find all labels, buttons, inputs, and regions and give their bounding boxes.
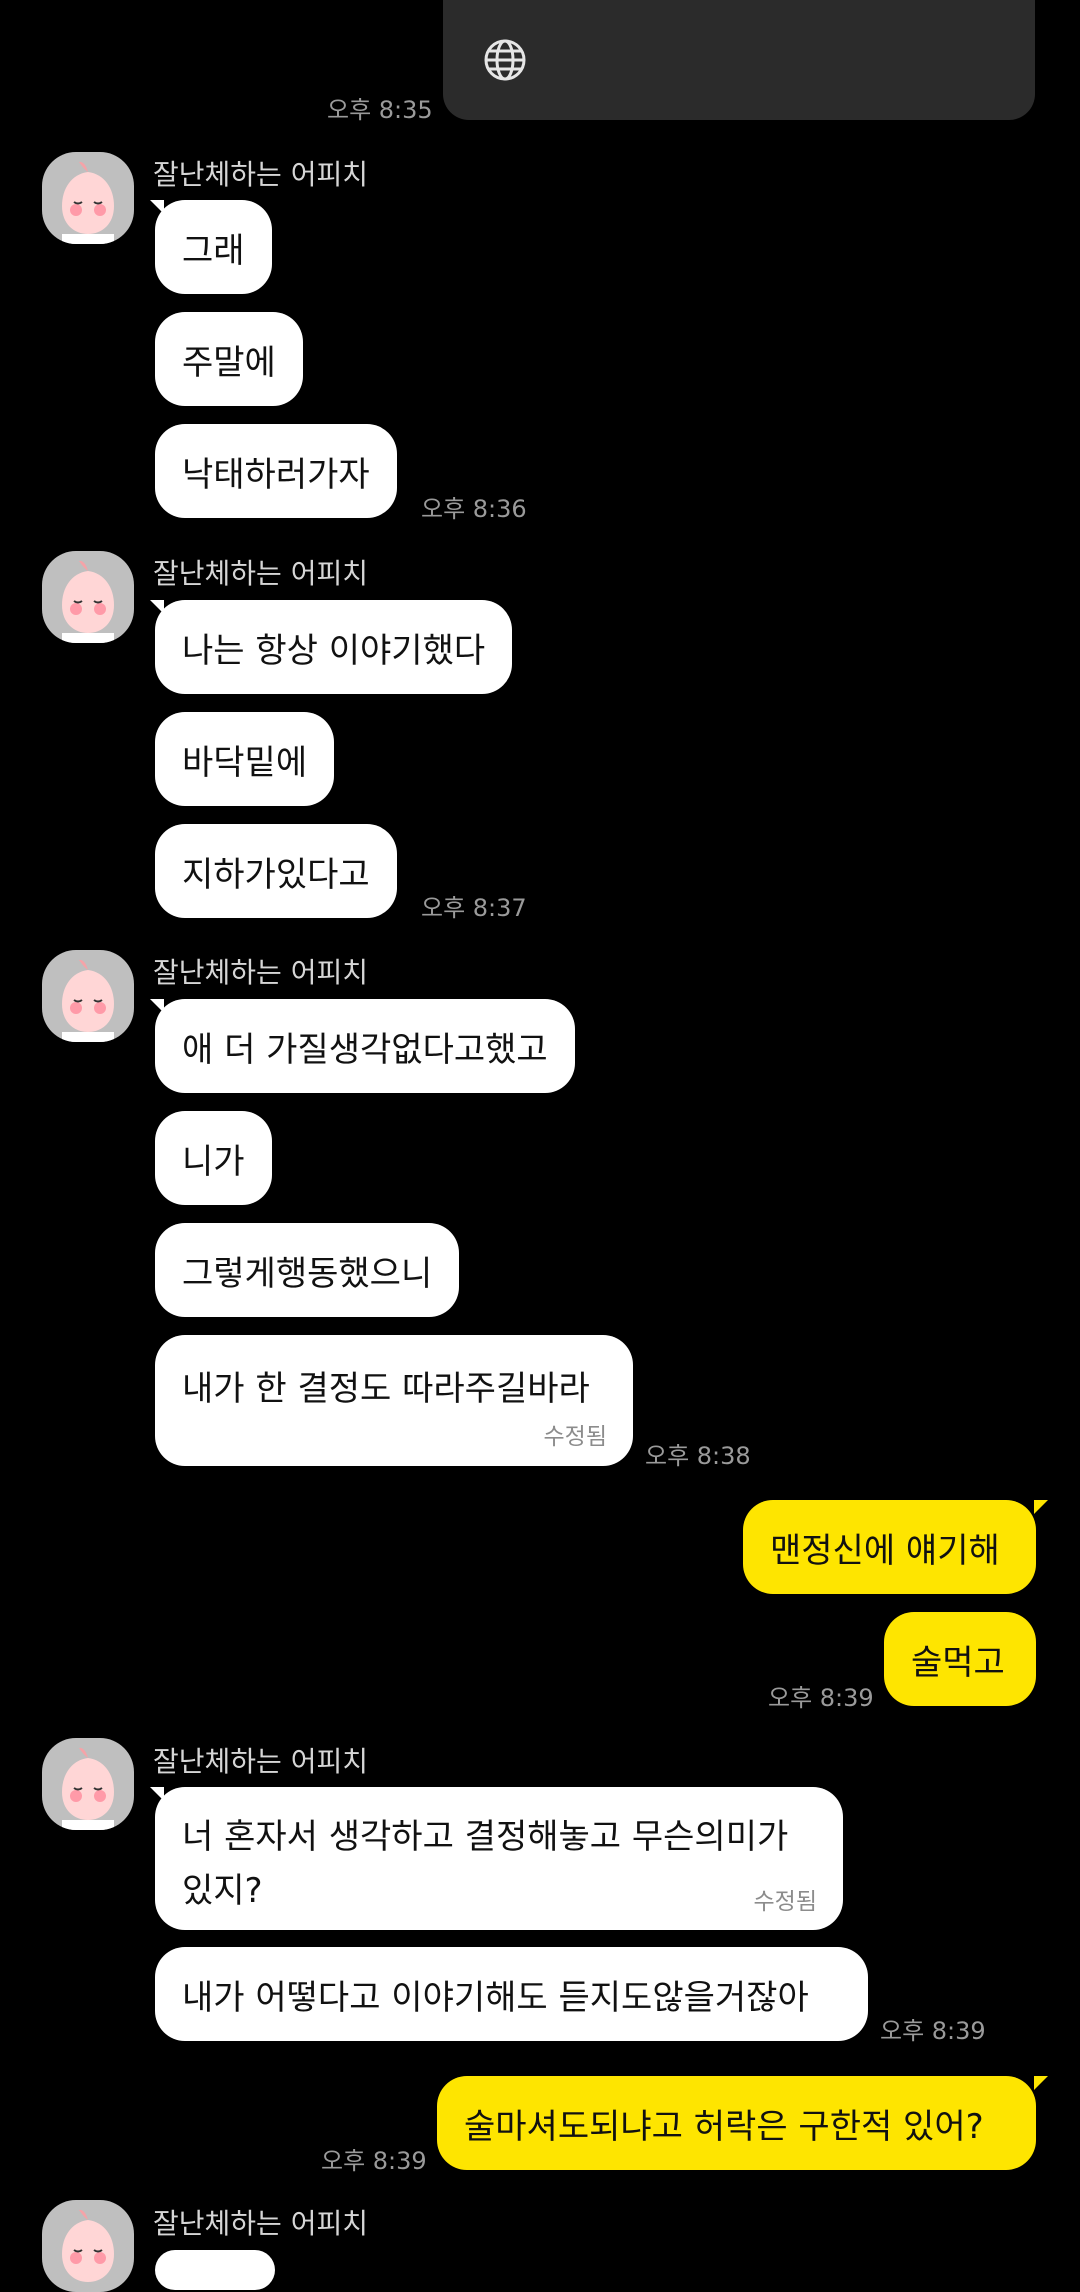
message-text: 내가 한 결정도 따라주길바라 (182, 1369, 590, 1409)
message-bubble[interactable]: 나는 항상 이야기했다 (155, 600, 513, 694)
avatar[interactable] (42, 1738, 134, 1830)
avatar[interactable] (42, 2200, 134, 2292)
message-bubble[interactable]: 그렇게행동했으니 (155, 1223, 460, 1317)
message-text-line: 있지? (182, 1871, 263, 1911)
message-bubble[interactable]: 낙태하러가자 (155, 424, 397, 518)
message-bubble[interactable]: 바닥밑에 (155, 712, 335, 806)
sender-name: 잘난체하는 어피치 (153, 557, 368, 590)
edited-label: 수정됨 (753, 1889, 817, 1915)
message-time: 오후 8:38 (645, 1442, 751, 1470)
sender-name: 잘난체하는 어피치 (153, 1745, 368, 1778)
apeach-avatar-icon (62, 161, 114, 244)
message-text-line: 너 혼자서 생각하고 결정해놓고 무슨의미가 (182, 1817, 789, 1857)
apeach-avatar-icon (62, 1747, 114, 1830)
my-message-bubble[interactable]: 술먹고 (884, 1612, 1036, 1706)
message-bubble[interactable]: 지하가있다고 (155, 824, 397, 918)
message-time: 오후 8:39 (321, 2147, 427, 2175)
message-time: 오후 8:39 (880, 2017, 986, 2045)
message-bubble-edited[interactable]: 내가 한 결정도 따라주길바라 수정됨 (155, 1335, 633, 1466)
message-time: 오후 8:37 (421, 894, 527, 922)
message-time: 오후 8:39 (768, 1684, 874, 1712)
sender-name: 잘난체하는 어피치 (153, 158, 368, 191)
message-bubble[interactable]: 그래 (155, 200, 272, 294)
avatar[interactable] (42, 551, 134, 643)
edited-label: 수정됨 (543, 1424, 607, 1450)
globe-icon (484, 39, 526, 81)
message-bubble[interactable]: 애 더 가질생각없다고했고 (155, 999, 575, 1093)
link-preview-card[interactable] (443, 0, 1035, 120)
bubble-tail (1034, 1500, 1048, 1514)
message-bubble[interactable]: 니가 (155, 1111, 272, 1205)
bubble-tail (1034, 2076, 1048, 2090)
message-bubble[interactable] (155, 2250, 275, 2290)
message-time: 오후 8:36 (421, 495, 527, 523)
avatar[interactable] (42, 950, 134, 1042)
my-message-bubble[interactable]: 술마셔도되냐고 허락은 구한적 있어? (437, 2076, 1036, 2170)
message-bubble-edited[interactable]: 너 혼자서 생각하고 결정해놓고 무슨의미가 있지? 수정됨 (155, 1787, 843, 1930)
sender-name: 잘난체하는 어피치 (153, 2207, 368, 2240)
my-message-bubble[interactable]: 맨정신에 얘기해 (743, 1500, 1036, 1594)
message-bubble[interactable]: 내가 어떻다고 이야기해도 듣지도않을거잖아 (155, 1947, 868, 2041)
sender-name: 잘난체하는 어피치 (153, 956, 368, 989)
apeach-avatar-icon (62, 959, 114, 1042)
avatar[interactable] (42, 152, 134, 244)
apeach-avatar-icon (62, 2209, 114, 2282)
message-time: 오후 8:35 (327, 96, 433, 124)
message-bubble[interactable]: 주말에 (155, 312, 303, 406)
apeach-avatar-icon (62, 560, 114, 643)
